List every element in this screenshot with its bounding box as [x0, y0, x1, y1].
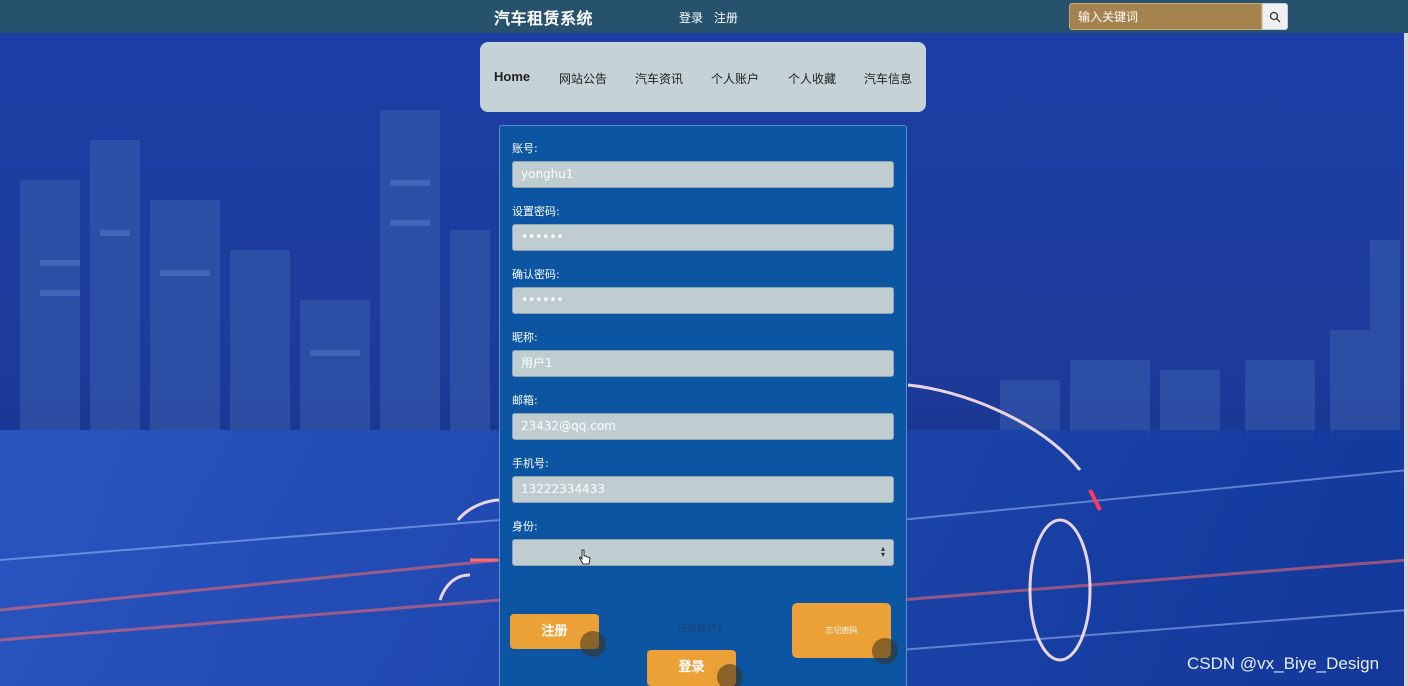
account-label: 账号:	[512, 142, 538, 155]
top-bar: 汽车租赁系统 登录 注册	[0, 0, 1408, 33]
login-link[interactable]: 登录	[679, 9, 703, 26]
password-label: 设置密码:	[512, 205, 560, 218]
email-label: 邮箱:	[512, 394, 538, 407]
nav-favorites[interactable]: 个人收藏	[788, 70, 836, 87]
button-shadow-dot	[717, 664, 743, 686]
search-icon	[1269, 11, 1281, 22]
has-account-text: 已有账户?	[677, 624, 723, 635]
nav-announcements[interactable]: 网站公告	[559, 70, 607, 87]
phone-field[interactable]: 13222334433	[512, 476, 894, 503]
confirm-password-label: 确认密码:	[512, 268, 560, 281]
nav-car-news[interactable]: 汽车资讯	[635, 70, 683, 87]
nav-home[interactable]: Home	[494, 69, 530, 84]
nickname-label: 昵称:	[512, 331, 538, 344]
search-button[interactable]	[1262, 3, 1288, 30]
phone-label: 手机号:	[512, 457, 549, 470]
password-field[interactable]: ••••••	[512, 224, 894, 251]
nav-personal-account[interactable]: 个人账户	[711, 70, 759, 87]
select-arrows-icon: ▴ ▾	[880, 544, 885, 559]
button-shadow-dot	[580, 631, 606, 657]
identity-select[interactable]: ▴ ▾	[512, 539, 894, 566]
site-title: 汽车租赁系统	[494, 9, 594, 28]
email-field[interactable]: 23432@qq.com	[512, 413, 894, 440]
button-shadow-dot	[872, 638, 898, 664]
nav-car-info[interactable]: 汽车信息	[864, 70, 912, 87]
identity-label: 身份:	[512, 520, 538, 533]
account-field[interactable]: yonghu1	[512, 161, 894, 188]
register-form: 账号: yonghu1 设置密码: •••••• 确认密码: •••••• 昵称…	[499, 125, 907, 686]
hand-cursor-icon	[579, 549, 591, 571]
register-link[interactable]: 注册	[714, 9, 738, 26]
main-nav: Home 网站公告 汽车资讯 个人账户 个人收藏 汽车信息	[480, 42, 926, 112]
watermark: CSDN @vx_Biye_Design	[1187, 654, 1380, 673]
search-input[interactable]	[1069, 3, 1262, 30]
confirm-password-field[interactable]: ••••••	[512, 287, 894, 314]
nickname-field[interactable]: 用户1	[512, 350, 894, 377]
